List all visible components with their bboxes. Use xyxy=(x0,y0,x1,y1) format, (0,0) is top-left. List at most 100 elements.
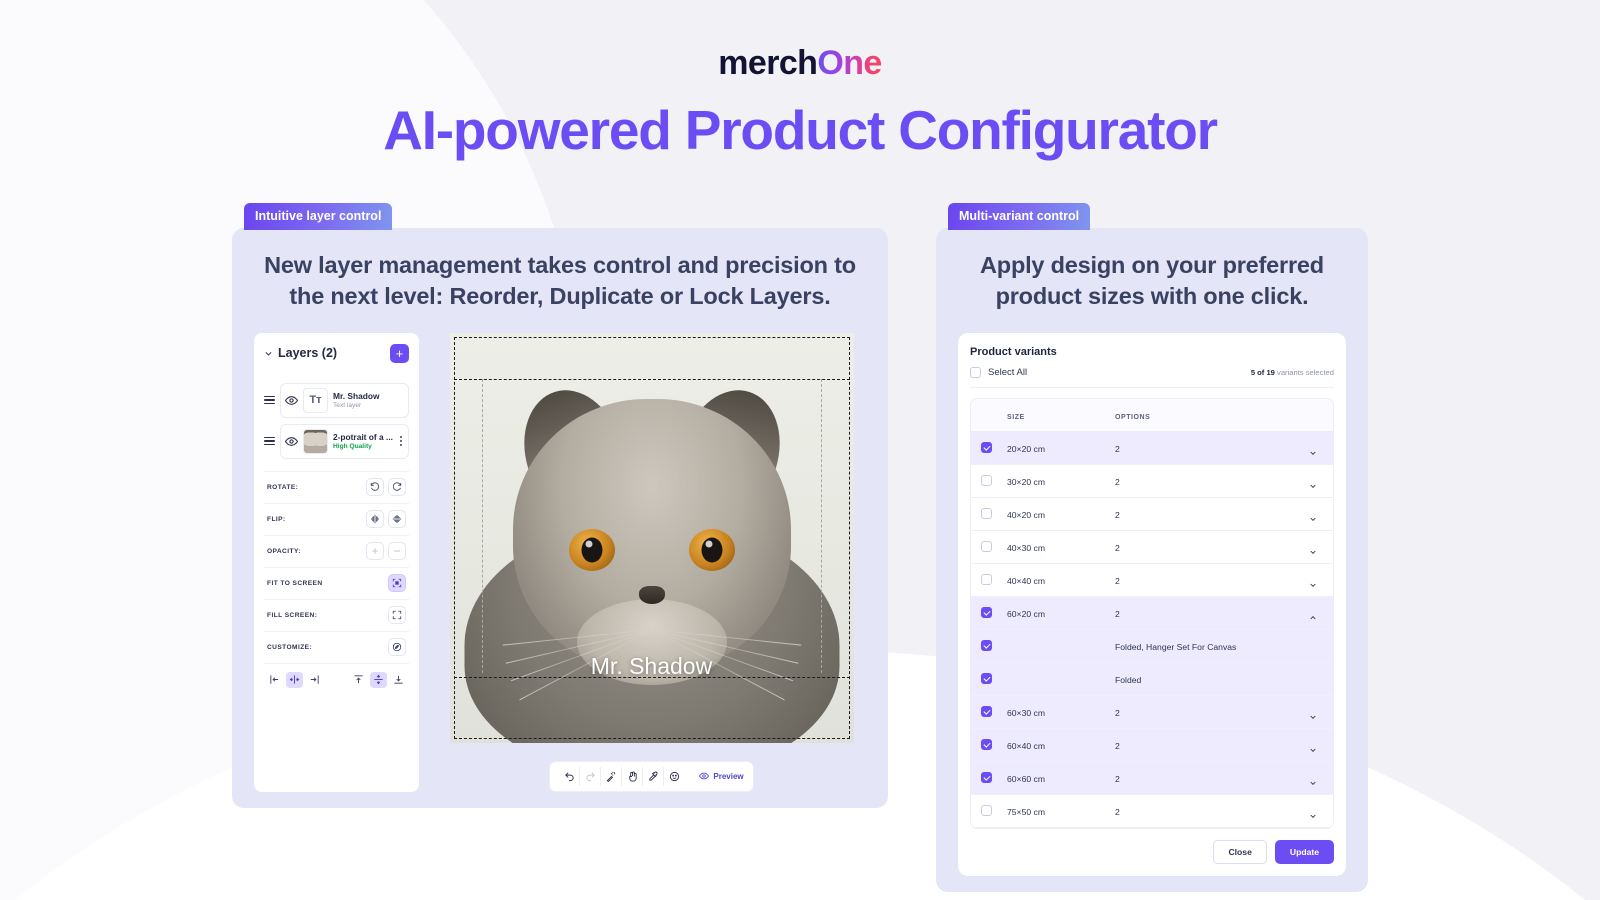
control-label: FILL SCREEN: xyxy=(267,611,318,619)
control-row-fill-screen: FILL SCREEN: xyxy=(264,600,409,632)
magic-wand-icon[interactable] xyxy=(601,766,623,786)
eye-icon[interactable] xyxy=(285,394,298,407)
chevron-down-icon[interactable] xyxy=(1309,510,1317,521)
rotate-left-icon[interactable] xyxy=(366,478,384,496)
eye-icon xyxy=(699,772,710,780)
emoji-icon[interactable] xyxy=(664,767,685,786)
flip-vertical-icon[interactable] xyxy=(388,510,406,528)
chevron-down-icon[interactable] xyxy=(1309,444,1317,455)
plus-icon[interactable] xyxy=(366,542,384,560)
layers-header: Layers (2) + xyxy=(264,343,409,363)
table-row[interactable]: 40×40 cm 2 xyxy=(971,563,1333,597)
select-all-row[interactable]: Select All 5 of 19 variants selected xyxy=(970,366,1334,388)
drag-handle-icon[interactable] xyxy=(264,436,275,446)
select-all-checkbox[interactable] xyxy=(970,366,981,378)
chevron-down-icon[interactable] xyxy=(1309,576,1317,587)
variant-suboption-row[interactable]: Folded, Hanger Set For Canvas xyxy=(971,629,1333,663)
variant-checkbox[interactable] xyxy=(981,574,992,585)
variant-checkbox[interactable] xyxy=(981,640,992,651)
layer-subtitle: Text layer xyxy=(333,402,362,409)
minus-icon[interactable] xyxy=(388,542,406,560)
layers-title-wrap[interactable]: Layers (2) xyxy=(264,346,337,360)
chevron-down-icon[interactable] xyxy=(1309,741,1317,752)
control-row-fit-to-screen: FIT TO SCREEN xyxy=(264,568,409,600)
chevron-down-icon[interactable] xyxy=(1309,477,1317,488)
variant-checkbox[interactable] xyxy=(981,772,992,783)
layers-panel: Layers (2) + Tт Mr. Shadow Text layer 2-… xyxy=(254,332,419,792)
variant-checkbox[interactable] xyxy=(981,442,992,453)
table-row[interactable]: 60×60 cm 2 xyxy=(971,761,1333,795)
panels-row: Intuitive layer control New layer manage… xyxy=(0,203,1600,892)
hand-icon[interactable] xyxy=(622,766,644,786)
layer-item-text[interactable]: Tт Mr. Shadow Text layer xyxy=(264,380,409,421)
design-canvas[interactable]: Mr. Shadow xyxy=(449,332,854,743)
update-button[interactable]: Update xyxy=(1274,839,1334,864)
chevron-down-icon[interactable] xyxy=(1309,807,1317,818)
table-row[interactable]: 60×20 cm 2 xyxy=(971,596,1333,630)
close-button[interactable]: Close xyxy=(1213,839,1267,864)
fill-screen-icon[interactable] xyxy=(388,606,406,624)
badge-multi-variant-control: Multi-variant control xyxy=(948,203,1091,230)
column-header-size: SIZE xyxy=(1007,413,1025,421)
variant-size: 20×20 cm xyxy=(1007,443,1045,454)
control-row-customize: CUSTOMIZE: xyxy=(264,632,409,664)
variant-checkbox[interactable] xyxy=(981,739,992,750)
table-row[interactable]: 40×20 cm 2 xyxy=(971,497,1333,531)
eye-icon[interactable] xyxy=(284,435,298,448)
variant-checkbox[interactable] xyxy=(981,475,992,486)
right-feature-panel: Multi-variant control Apply design on yo… xyxy=(936,203,1368,892)
variant-options: 2 xyxy=(1115,806,1120,817)
variant-suboption-row[interactable]: Folded xyxy=(971,662,1333,696)
variant-checkbox[interactable] xyxy=(981,607,992,618)
canvas-overlay-text[interactable]: Mr. Shadow xyxy=(450,653,854,680)
variant-checkbox[interactable] xyxy=(981,673,992,684)
variant-size: 60×30 cm xyxy=(1007,707,1045,718)
control-label: ROTATE: xyxy=(267,483,299,491)
canvas-column: Mr. Shadow Preview xyxy=(437,332,866,792)
align-middle-vertical-icon[interactable] xyxy=(370,671,387,688)
layer-card-text[interactable]: Tт Mr. Shadow Text layer xyxy=(280,382,409,418)
badge-intuitive-layer-control: Intuitive layer control xyxy=(244,203,393,230)
add-layer-button[interactable]: + xyxy=(390,343,409,363)
layer-item-image[interactable]: 2-potrait of a ... High Quality xyxy=(264,421,409,462)
variant-checkbox[interactable] xyxy=(981,805,992,816)
table-row[interactable]: 40×30 cm 2 xyxy=(971,530,1333,564)
chevron-down-icon[interactable] xyxy=(1309,543,1317,554)
eyedropper-icon[interactable] xyxy=(643,766,665,786)
chevron-down-icon[interactable] xyxy=(1309,708,1317,719)
chevron-down-icon[interactable] xyxy=(1309,774,1317,785)
undo-icon[interactable] xyxy=(559,766,581,786)
drag-handle-icon[interactable] xyxy=(264,395,275,405)
variant-checkbox[interactable] xyxy=(981,706,992,717)
table-row[interactable]: 30×20 cm 2 xyxy=(971,464,1333,498)
preview-button[interactable]: Preview xyxy=(699,771,744,781)
layer-card-image[interactable]: 2-potrait of a ... High Quality xyxy=(279,423,409,459)
layers-title: Layers (2) xyxy=(278,346,338,360)
align-right-icon[interactable] xyxy=(306,671,323,688)
redo-icon[interactable] xyxy=(580,766,602,786)
layer-more-options-icon[interactable] xyxy=(398,434,404,447)
table-row[interactable]: 20×20 cm 2 xyxy=(971,431,1333,465)
selected-count-value: 5 of 19 xyxy=(1250,367,1275,377)
align-center-horizontal-icon[interactable] xyxy=(286,671,303,688)
flip-horizontal-icon[interactable] xyxy=(366,510,384,528)
variant-checkbox[interactable] xyxy=(981,508,992,519)
control-row-opacity: OPACITY: xyxy=(264,536,409,568)
chevron-up-icon[interactable] xyxy=(1309,609,1317,619)
align-bottom-icon[interactable] xyxy=(390,671,407,688)
fit-to-screen-icon[interactable] xyxy=(388,574,406,592)
rotate-right-icon[interactable] xyxy=(388,478,406,496)
control-label: FLIP: xyxy=(267,515,286,523)
align-left-icon[interactable] xyxy=(266,671,283,688)
variant-size: 40×40 cm xyxy=(1007,575,1045,586)
table-row[interactable]: 75×50 cm 2 xyxy=(971,794,1333,828)
layer-name: 2-potrait of a ... xyxy=(332,432,393,442)
align-horizontal-group xyxy=(266,671,323,688)
align-top-icon[interactable] xyxy=(350,671,367,688)
variant-options: 2 xyxy=(1115,773,1120,784)
table-row[interactable]: 60×40 cm 2 xyxy=(971,728,1333,762)
customize-pencil-icon[interactable] xyxy=(388,638,406,656)
table-row[interactable]: 60×30 cm 2 xyxy=(971,695,1333,729)
variant-checkbox[interactable] xyxy=(981,541,992,552)
left-feature-panel: Intuitive layer control New layer manage… xyxy=(232,203,888,892)
